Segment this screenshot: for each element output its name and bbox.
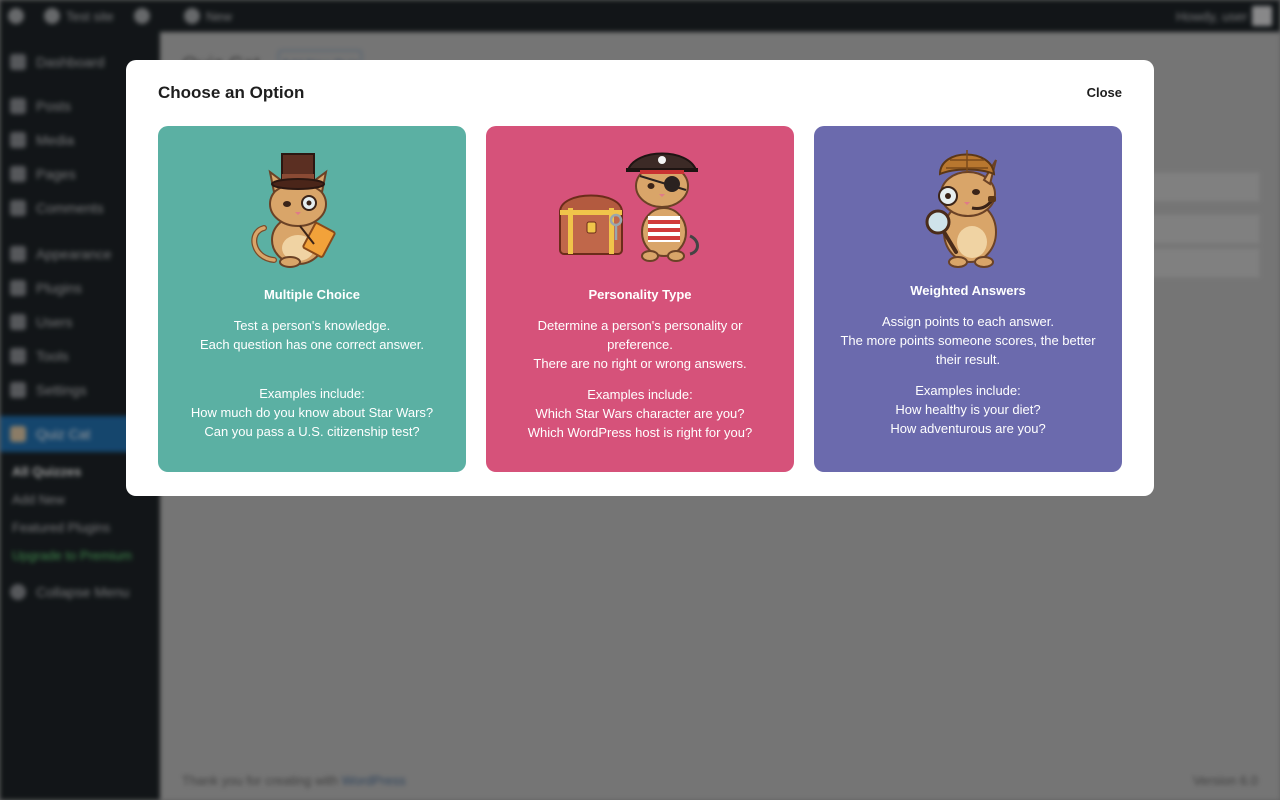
personality-type-card[interactable]: Personality Type Determine a person's pe… <box>486 126 794 472</box>
card-examples: Examples include: Which Star Wars charac… <box>527 387 753 440</box>
modal-title: Choose an Option <box>158 83 305 102</box>
detective-cat-magnifier-icon <box>925 150 997 268</box>
card-title: Multiple Choice <box>263 287 361 302</box>
choose-option-modal: Choose an Option Close Multiple Choice T… <box>126 60 1154 496</box>
card-description: Determine a person's personality or pref… <box>533 318 747 371</box>
weighted-answers-card[interactable]: Weighted Answers Assign points to each a… <box>814 126 1122 472</box>
card-examples: Examples include: How much do you know a… <box>190 386 434 439</box>
multiple-choice-card[interactable]: Multiple Choice Test a person's knowledg… <box>158 126 466 472</box>
close-button[interactable]: Close <box>1087 85 1122 100</box>
card-description: Assign points to each answer. The more p… <box>840 314 1096 367</box>
card-title: Weighted Answers <box>910 283 1026 298</box>
card-description: Test a person's knowledge. Each question… <box>199 318 425 352</box>
card-title: Personality Type <box>588 287 692 302</box>
cat-top-hat-notepad-icon <box>251 153 336 268</box>
pirate-cat-treasure-chest-icon <box>558 152 699 262</box>
card-examples: Examples include: How healthy is your di… <box>890 383 1046 436</box>
